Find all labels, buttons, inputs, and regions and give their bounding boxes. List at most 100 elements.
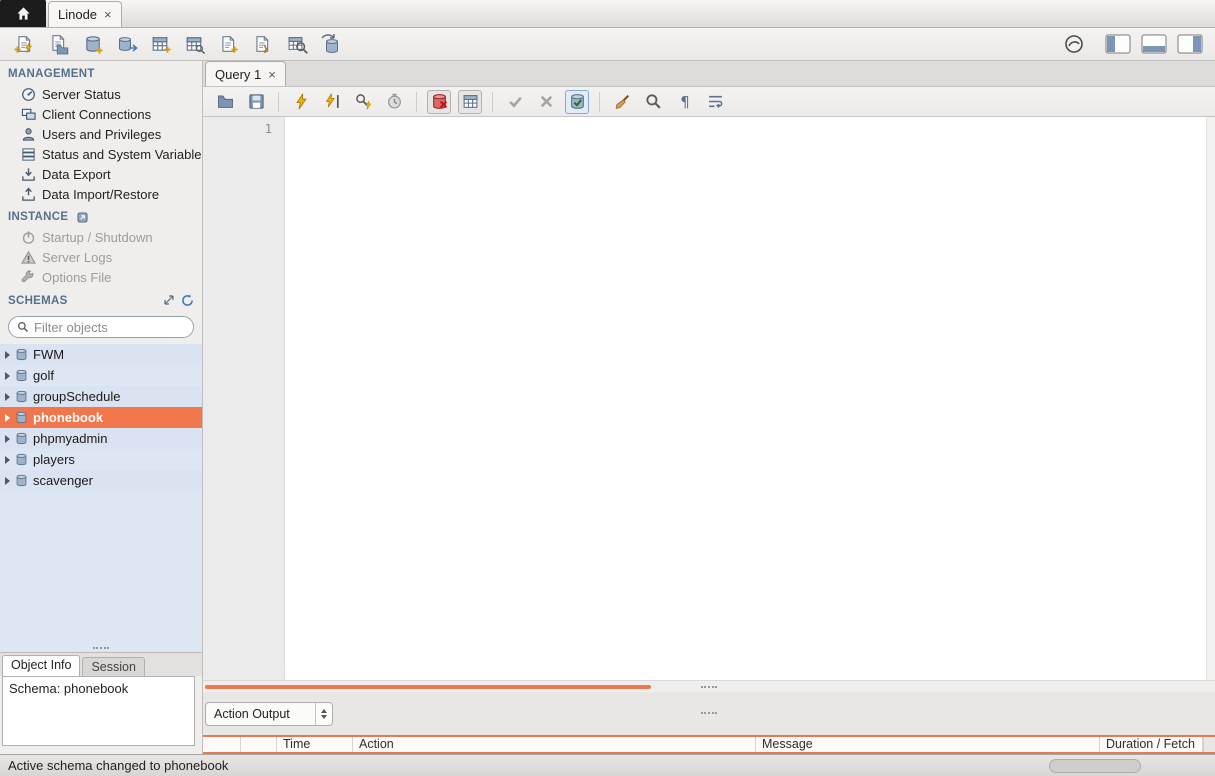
close-icon[interactable]: ×: [104, 8, 112, 21]
schema-row-fwm[interactable]: FWM: [0, 344, 202, 365]
splitter-grip[interactable]: [701, 712, 717, 714]
horizontal-scrollbar-thumb[interactable]: [205, 685, 651, 689]
sidebar-item-status-system-variables[interactable]: Status and System Variables: [0, 144, 202, 164]
find-icon[interactable]: [641, 90, 665, 114]
sidebar-item-data-export[interactable]: Data Export: [0, 164, 202, 184]
schema-filter-input[interactable]: [34, 320, 174, 335]
splitter-grip[interactable]: [701, 686, 717, 688]
connections-icon: [20, 106, 36, 122]
new-schema-icon[interactable]: [78, 31, 108, 58]
refresh-icon[interactable]: [181, 294, 194, 307]
chevron-right-icon[interactable]: [5, 393, 10, 401]
execute-current-statement-icon[interactable]: [320, 90, 344, 114]
line-number: 1: [265, 122, 272, 136]
new-table-icon[interactable]: [146, 31, 176, 58]
new-sql-tab-icon[interactable]: [10, 31, 40, 58]
rollback-icon[interactable]: [534, 90, 558, 114]
schema-inspector-icon[interactable]: [282, 31, 312, 58]
sidebar-item-server-status[interactable]: Server Status: [0, 84, 202, 104]
toggle-right-sidebar-icon[interactable]: [1175, 31, 1205, 58]
open-table-icon[interactable]: [112, 31, 142, 58]
invisible-characters-icon[interactable]: ¶: [672, 90, 696, 114]
chevron-up-icon: [321, 709, 327, 713]
schema-filter[interactable]: [8, 316, 194, 338]
connection-tabbar: Linode ×: [0, 0, 1215, 28]
svg-text:¶: ¶: [680, 93, 689, 110]
column-action[interactable]: Action: [353, 737, 756, 752]
new-function-icon[interactable]: [248, 31, 278, 58]
column-status-icon[interactable]: [203, 737, 241, 752]
sidebar-item-label: Options File: [42, 270, 111, 285]
output-type-dropdown[interactable]: Action Output: [205, 702, 333, 726]
chevron-right-icon[interactable]: [5, 414, 10, 422]
beautify-icon[interactable]: [610, 90, 634, 114]
connection-tab-label: Linode: [58, 7, 97, 22]
chevron-right-icon[interactable]: [5, 435, 10, 443]
home-tab[interactable]: [0, 0, 46, 27]
toolbar-separator: [492, 92, 493, 112]
schema-name: golf: [33, 368, 54, 383]
wrench-icon: [20, 269, 36, 285]
sidebar-item-data-import[interactable]: Data Import/Restore: [0, 184, 202, 204]
column-message[interactable]: Message: [756, 737, 1100, 752]
limit-rows-icon[interactable]: [458, 90, 482, 114]
sidebar-item-options-file[interactable]: Options File: [0, 267, 202, 287]
chevron-right-icon[interactable]: [5, 456, 10, 464]
expand-icon[interactable]: [163, 294, 175, 307]
column-time[interactable]: Time: [277, 737, 353, 752]
toolbar-separator: [599, 92, 600, 112]
column-index[interactable]: [241, 737, 277, 752]
sidebar-item-label: Data Export: [42, 167, 111, 182]
chevron-right-icon[interactable]: [5, 351, 10, 359]
schema-row-phpmyadmin[interactable]: phpmyadmin: [0, 428, 202, 449]
code-area[interactable]: [285, 117, 1206, 680]
vertical-scrollbar[interactable]: [1206, 117, 1215, 680]
sidebar-item-startup-shutdown[interactable]: Startup / Shutdown: [0, 227, 202, 247]
chevron-down-icon: [321, 715, 327, 719]
schema-row-groupschedule[interactable]: groupSchedule: [0, 386, 202, 407]
toggle-output-area-icon[interactable]: [1139, 31, 1169, 58]
tab-object-info[interactable]: Object Info: [2, 655, 80, 676]
sidebar-bottom-fill: [0, 746, 202, 754]
toggle-left-sidebar-icon[interactable]: [1103, 31, 1133, 58]
sidebar-item-label: Users and Privileges: [42, 127, 161, 142]
sidebar-item-label: Startup / Shutdown: [42, 230, 153, 245]
output-scrollbar[interactable]: [1203, 737, 1215, 752]
commit-icon[interactable]: [503, 90, 527, 114]
toggle-stop-on-error-icon[interactable]: [427, 90, 451, 114]
sidebar-item-server-logs[interactable]: Server Logs: [0, 247, 202, 267]
chevron-right-icon[interactable]: [5, 477, 10, 485]
column-duration[interactable]: Duration / Fetch: [1100, 737, 1203, 752]
save-script-icon[interactable]: [244, 90, 268, 114]
execute-icon[interactable]: [289, 90, 313, 114]
schema-row-scavenger[interactable]: scavenger: [0, 470, 202, 491]
connection-tab-linode[interactable]: Linode ×: [48, 1, 122, 27]
stop-query-icon[interactable]: [382, 90, 406, 114]
sidebar-item-users-privileges[interactable]: Users and Privileges: [0, 124, 202, 144]
tab-session[interactable]: Session: [82, 657, 144, 676]
sql-editor[interactable]: 1: [203, 117, 1215, 680]
explain-icon[interactable]: [351, 90, 375, 114]
schema-name: groupSchedule: [33, 389, 120, 404]
wrap-text-icon[interactable]: [703, 90, 727, 114]
splitter-grip[interactable]: [93, 647, 109, 649]
status-message: Active schema changed to phonebook: [8, 758, 228, 773]
tab-query-1[interactable]: Query 1 ×: [205, 61, 286, 86]
export-icon: [20, 166, 36, 182]
new-view-icon[interactable]: [180, 31, 210, 58]
editor-output-splitter[interactable]: [203, 680, 1215, 692]
open-sql-script-icon[interactable]: [44, 31, 74, 58]
schema-row-golf[interactable]: golf: [0, 365, 202, 386]
schema-row-players[interactable]: players: [0, 449, 202, 470]
schema-row-phonebook[interactable]: phonebook: [0, 407, 202, 428]
chevron-right-icon[interactable]: [5, 372, 10, 380]
reconnect-db-icon[interactable]: [316, 31, 346, 58]
new-procedure-icon[interactable]: [214, 31, 244, 58]
sidebar-item-client-connections[interactable]: Client Connections: [0, 104, 202, 124]
progress-widget: [1049, 759, 1141, 773]
schema-name: FWM: [33, 347, 64, 362]
open-script-icon[interactable]: [213, 90, 237, 114]
dropdown-stepper[interactable]: [315, 703, 332, 725]
toggle-autocommit-icon[interactable]: [565, 90, 589, 114]
close-icon[interactable]: ×: [268, 68, 276, 81]
